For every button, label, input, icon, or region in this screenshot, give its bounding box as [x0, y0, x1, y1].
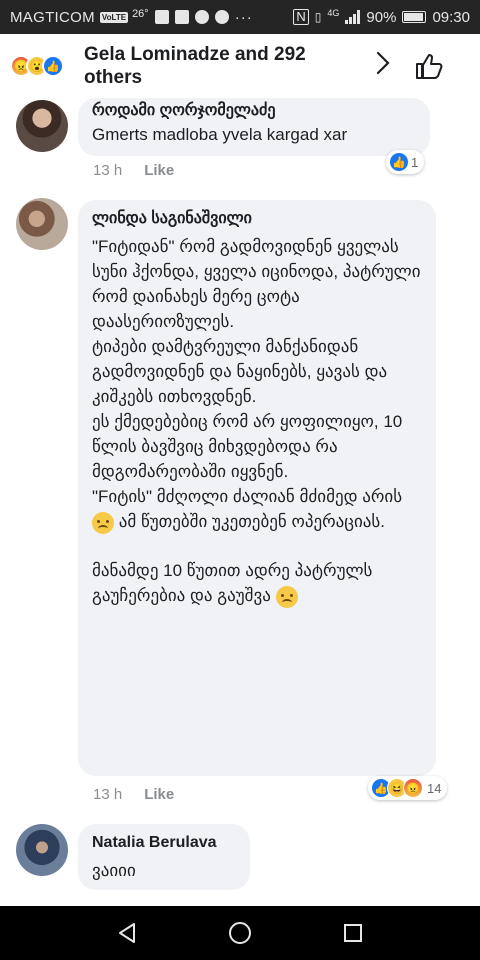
facebook-notification-icon: [154, 10, 169, 24]
chevron-right-icon[interactable]: [368, 51, 398, 82]
more-notifications-icon: ···: [234, 8, 253, 26]
comment-text-part-1: "Fიტიდან" რომ გადმოვიდნენ ყველას სუნი ჰქ…: [92, 237, 421, 506]
thumbs-up-icon: [416, 54, 443, 79]
home-circle-icon: [228, 922, 251, 944]
reactions-summary[interactable]: Gela Lominadze and 292 others: [84, 43, 354, 89]
reaction-badge[interactable]: 👍 1: [386, 150, 425, 174]
comment-text-part-3: მანამდე 10 წუთით ადრე პატრულს გაუჩერებია…: [92, 561, 373, 605]
like-button[interactable]: Like: [144, 786, 174, 803]
comment-text-paragraph-2: მანამდე 10 წუთით ადრე პატრულს გაუჩერებია…: [92, 558, 422, 608]
comment-text-part-2: ამ წუთებში უკეთებენ ოპერაციას.: [114, 512, 386, 531]
back-triangle-icon: [118, 923, 135, 943]
comment-author[interactable]: Natalia Berulava: [92, 832, 236, 854]
comment-author[interactable]: როდამი ღორჯომელაძე: [92, 100, 416, 122]
back-button[interactable]: [112, 918, 142, 948]
network-type: 4G: [327, 8, 340, 18]
carrier-name: MAGTICOM: [10, 8, 95, 26]
comment-time[interactable]: 13 h: [93, 786, 122, 803]
battery-icon: [402, 11, 427, 23]
sad-emoji-icon: [92, 511, 114, 534]
comment-actions: 13 h Like: [93, 786, 174, 803]
reaction-icons: 😠 😮 👍: [10, 55, 80, 77]
like-post-button[interactable]: [412, 49, 446, 83]
mail-notification-icon: [174, 10, 189, 24]
nfc-icon: N: [293, 9, 309, 25]
avatar[interactable]: [16, 100, 68, 152]
battery-percent: 90%: [366, 8, 397, 26]
signal-icon: [345, 10, 361, 24]
reactions-header[interactable]: 😠 😮 👍 Gela Lominadze and 292 others: [0, 34, 480, 98]
comment-text: ვაიიი: [92, 861, 136, 880]
reaction-badge[interactable]: 👍 😆 😠 14: [368, 776, 448, 800]
clock: 09:30: [432, 8, 470, 26]
comment-bubble: Natalia Berulava ვაიიი: [78, 824, 250, 890]
sad-emoji-icon: [275, 585, 298, 608]
like-reaction-icon: 👍: [42, 55, 64, 77]
comment-author[interactable]: ლინდა საგინაშვილი: [92, 208, 422, 230]
recents-button[interactable]: [338, 918, 368, 948]
comment-bubble: ლინდა საგინაშვილი "Fიტიდან" რომ გადმოვიდ…: [78, 200, 436, 776]
comment-text: "Fიტიდან" რომ გადმოვიდნენ ყველას სუნი ჰქ…: [92, 234, 422, 534]
comment-time[interactable]: 13 h: [93, 162, 122, 179]
angry-reaction-icon: 😠: [403, 778, 423, 798]
reaction-count: 14: [427, 780, 442, 796]
home-button[interactable]: [225, 918, 255, 948]
reaction-count: 1: [411, 154, 419, 170]
avatar[interactable]: [16, 824, 68, 876]
temperature: 26°: [132, 8, 149, 20]
status-right: N ▯ 4G 90% 09:30: [293, 8, 470, 26]
comment-text: Gmerts madloba yvela kargad xar: [92, 125, 348, 144]
screen: MAGTICOM VoLTE 26° ··· N ▯ 4G 90% 09:30 …: [0, 0, 480, 960]
status-bar: MAGTICOM VoLTE 26° ··· N ▯ 4G 90% 09:30: [0, 0, 480, 34]
volte-badge: VoLTE: [99, 11, 129, 23]
comment-actions: 13 h Like: [93, 162, 174, 179]
avatar[interactable]: [16, 198, 68, 250]
like-button[interactable]: Like: [144, 162, 174, 179]
system-nav-bar: [0, 906, 480, 960]
recents-square-icon: [344, 924, 363, 942]
vibrate-icon: ▯: [314, 10, 322, 24]
comment-bubble: როდამი ღორჯომელაძე Gmerts madloba yvela …: [78, 98, 430, 156]
messenger-notification-icon: [194, 10, 209, 24]
chat-notification-icon: [214, 10, 229, 24]
like-reaction-icon: 👍: [389, 152, 409, 172]
